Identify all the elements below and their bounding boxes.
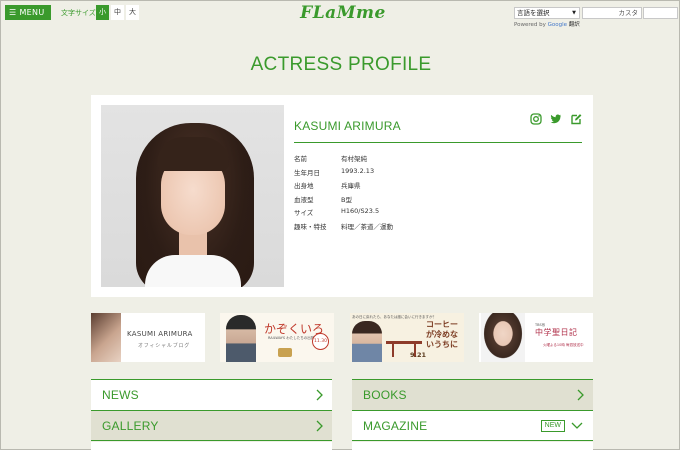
info-key: サイズ — [294, 209, 314, 217]
nav-news-label: NEWS — [102, 388, 139, 402]
info-value: 1993.2.13 — [341, 166, 375, 175]
banner-subtitle: RAILWAYS わたしたちの出発 — [268, 336, 315, 340]
info-key: 血液型 — [294, 195, 314, 204]
search-button[interactable] — [643, 7, 678, 19]
language-select-label: 言語を選択 — [517, 9, 550, 17]
hamburger-icon: ☰ — [9, 8, 17, 17]
nav-books-label: BOOKS — [363, 388, 407, 402]
nav-divider — [352, 442, 593, 450]
nav-magazine-label: MAGAZINE — [363, 419, 428, 433]
banner-title: KASUMI ARIMURA — [127, 330, 193, 338]
info-row: 出身地 兵庫県 — [294, 180, 393, 194]
nav-news[interactable]: NEWS — [91, 379, 332, 410]
chevron-right-icon — [315, 420, 324, 432]
translate-credit: Powered by Google 翻訳 — [514, 20, 580, 28]
chevron-down-icon: ▼ — [572, 10, 576, 16]
info-row: 名前 有村架純 — [294, 153, 393, 167]
info-key: 趣味・特技 — [294, 222, 327, 231]
font-size-options: 小 中 大 — [96, 5, 141, 20]
instagram-icon[interactable] — [530, 113, 542, 125]
font-size-small[interactable]: 小 — [96, 5, 109, 20]
banner-chugaku-seinikki[interactable]: TBS系 中学聖日記 火曜よる10時 毎週放送中 — [479, 313, 593, 362]
info-key: 名前 — [294, 155, 307, 163]
banner-photo — [226, 315, 256, 362]
banner-title: コーヒーが冷めないうちに — [426, 319, 458, 349]
menu-button[interactable]: ☰ MENU — [5, 5, 51, 20]
font-size-medium[interactable]: 中 — [111, 5, 124, 20]
chevron-right-icon — [576, 389, 585, 401]
info-value: 有村架純 — [341, 155, 367, 163]
page-title: ACTRESS PROFILE — [250, 54, 432, 75]
blog-edit-icon[interactable] — [570, 113, 582, 125]
info-row: 趣味・特技 料理／茶道／運動 — [294, 221, 393, 235]
nav-magazine[interactable]: MAGAZINE NEW — [352, 410, 593, 441]
menu-label: MENU — [19, 8, 45, 17]
language-select[interactable]: 言語を選択 ▼ — [514, 7, 580, 19]
release-date: 9.21 — [410, 351, 427, 359]
translate-link[interactable]: 翻訳 — [569, 22, 580, 28]
banner-photo — [352, 321, 382, 362]
nav-gallery-label: GALLERY — [102, 419, 159, 433]
nav-divider — [91, 442, 332, 450]
google-brand: Google — [547, 22, 568, 28]
profile-photo — [101, 105, 284, 287]
profile-card: KASUMI ARIMURA 名前 有村架純 生年月日 1993.2.13 出身地 兵… — [91, 95, 593, 297]
info-key: 生年月日 — [294, 168, 320, 177]
banner-tagline: あの日に戻れたら、あなたは誰に会いに行きますか？ — [352, 315, 436, 319]
nav-books[interactable]: BOOKS — [352, 379, 593, 410]
banner-kazokuiro[interactable]: かぞくいろ RAILWAYS わたしたちの出発 11.30 — [220, 313, 334, 362]
profile-header: KASUMI ARIMURA — [294, 113, 582, 143]
banner-subtitle: オフィシャルブログ — [138, 343, 191, 349]
new-badge: NEW — [540, 420, 565, 432]
banner-official-blog[interactable]: KASUMI ARIMURA オフィシャルブログ — [91, 313, 205, 362]
profile-info: 名前 有村架純 生年月日 1993.2.13 出身地 兵庫県 血液型 B型 サイズ H16… — [294, 153, 393, 234]
train-icon — [278, 348, 292, 357]
chevron-down-icon — [571, 421, 583, 430]
info-value: H160/S23.5 — [341, 207, 380, 215]
info-value: 料理／茶道／運動 — [341, 222, 393, 231]
social-links — [522, 113, 582, 125]
info-value: B型 — [341, 195, 352, 204]
info-value: 兵庫県 — [341, 182, 361, 190]
nav-gallery[interactable]: GALLERY — [91, 410, 332, 441]
info-row: サイズ H160/S23.5 — [294, 207, 393, 221]
twitter-icon[interactable] — [550, 113, 562, 125]
info-key: 出身地 — [294, 182, 314, 190]
search-input[interactable]: カスタ — [582, 7, 642, 19]
info-row: 血液型 B型 — [294, 194, 393, 208]
font-size-label: 文字サイズ — [61, 9, 96, 17]
info-row: 生年月日 1993.2.13 — [294, 167, 393, 181]
actress-name: KASUMI ARIMURA — [294, 119, 401, 133]
banner-note: 火曜よる10時 毎週放送中 — [543, 343, 584, 347]
release-date-badge: 11.30 — [312, 333, 329, 350]
banner-coffee-movie[interactable]: あの日に戻れたら、あなたは誰に会いに行きますか？ コーヒーが冷めないうちに 9.… — [350, 313, 464, 362]
powered-by-label: Powered by — [514, 22, 546, 28]
font-size-large[interactable]: 大 — [126, 5, 139, 20]
site-logo[interactable]: FLaMme — [292, 3, 394, 25]
banner-title: 中学聖日記 — [535, 328, 578, 337]
chevron-right-icon — [315, 389, 324, 401]
banner-photo — [91, 313, 121, 362]
banner-photo — [481, 313, 525, 362]
